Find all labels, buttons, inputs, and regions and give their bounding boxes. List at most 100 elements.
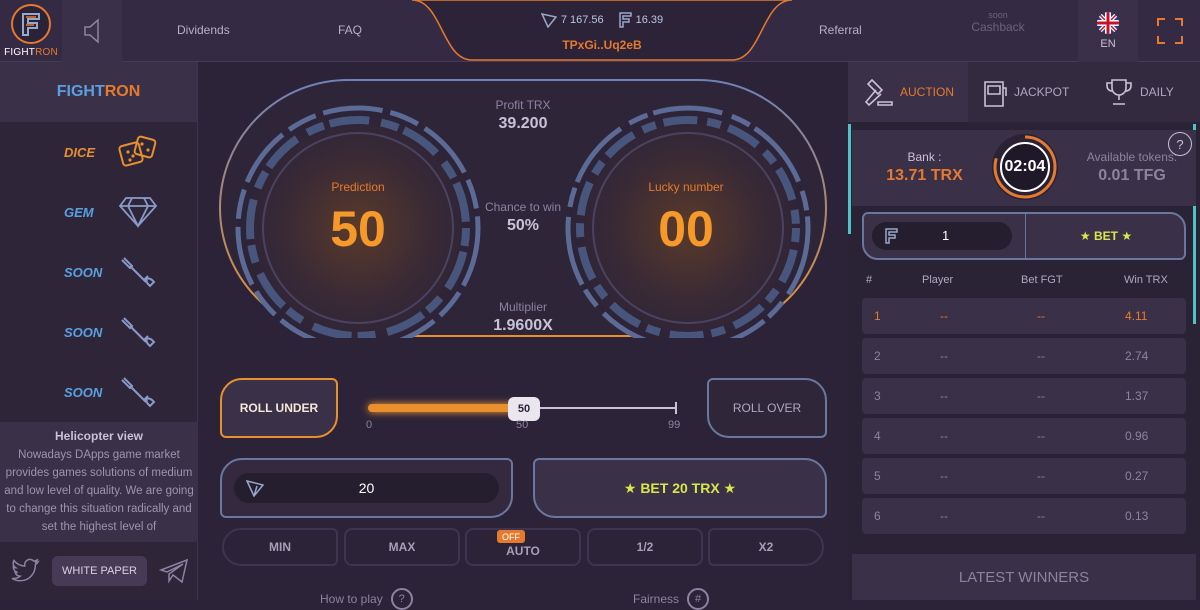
tron-icon (540, 13, 557, 28)
tab-auction[interactable]: AUCTION (848, 62, 968, 122)
table-row: 5 -- -- 0.27 (862, 458, 1186, 494)
wallet-address[interactable]: TPxGi..Uq2eB (412, 38, 792, 52)
speaker-icon (84, 18, 99, 44)
bet-button[interactable]: ★ BET 20 TRX ★ (533, 458, 827, 518)
bet-amount-input[interactable]: 20 (234, 473, 499, 503)
profit-label: Profit TRX (495, 98, 551, 112)
wrench-icon (121, 257, 156, 288)
auto-state-badge: OFF (497, 530, 525, 543)
prediction-slider[interactable]: 50 0 50 99 (366, 397, 681, 437)
gavel-icon (864, 78, 893, 107)
wallet-panel: 7 167.56 16.39 TPxGi..Uq2eB (412, 0, 792, 62)
sidebar-footer: WHITE PAPER (0, 542, 198, 600)
fullscreen-button[interactable] (1140, 0, 1200, 62)
auction-bet-box: 1 ★ BET ★ (862, 212, 1186, 260)
tab-jackpot[interactable]: JACKPOT (982, 62, 1082, 122)
logo[interactable]: FIGHTRON (0, 0, 62, 62)
white-paper-button[interactable]: WHITE PAPER (52, 556, 147, 586)
sidebar-brand: FIGHT RON (0, 62, 197, 122)
trophy-icon (1106, 79, 1132, 105)
uk-flag-icon (1097, 12, 1119, 34)
slot-machine-icon (984, 81, 1007, 107)
col-win: Win TRX (1124, 274, 1168, 286)
logo-text: FIGHTRON (4, 47, 58, 58)
dial-area: Prediction 50 Lucky number 00 Profit TRX… (218, 78, 828, 351)
sidebar-item-dice[interactable]: DICE (0, 122, 197, 182)
sidebar-item-soon-1[interactable]: SOON (0, 242, 197, 302)
chance-value: 50% (506, 217, 540, 234)
roll-under-button[interactable]: ROLL UNDER (220, 378, 338, 438)
table-row: 4 -- -- 0.96 (862, 418, 1186, 454)
nav-referral[interactable]: Referral (819, 23, 862, 37)
help-icon: ? (390, 588, 413, 610)
telegram-icon[interactable] (158, 558, 189, 584)
roll-over-button[interactable]: ROLL OVER (707, 378, 827, 438)
hash-icon: # (687, 588, 710, 610)
slider-fill (368, 404, 518, 412)
sidebar-item-label: SOON (64, 324, 103, 340)
auction-summary: Bank : 13.71 TRX 02:04 Available tokens:… (852, 130, 1196, 206)
auction-tabs: AUCTION JACKPOT DAILY (848, 62, 1200, 122)
sidebar-item-soon-3[interactable]: SOON (0, 362, 197, 422)
available-tokens-stat: Available tokens: 0.01 TFG (1082, 150, 1182, 185)
winners-table-header: # Player Bet FGT Win TRX (862, 274, 1186, 290)
slider-min-label: 0 (366, 419, 373, 431)
fairness-link[interactable]: Fairness # (633, 588, 710, 610)
auction-bet-value: 1 (942, 228, 950, 243)
wrench-icon (121, 377, 156, 408)
prediction-value: 50 (330, 201, 386, 257)
tfg-balance: 16.39 (618, 12, 663, 28)
table-row: 3 -- -- 1.37 (862, 378, 1186, 414)
bet-amount-box: 20 (220, 458, 513, 518)
min-button[interactable]: MIN (222, 528, 338, 566)
language-label: EN (1100, 38, 1116, 50)
profit-stat: Profit TRX 39.200 (473, 98, 573, 133)
fullscreen-icon (1157, 18, 1183, 44)
dice-game: Prediction 50 Lucky number 00 Profit TRX… (200, 62, 845, 610)
top-bar: FIGHTRON Dividends FAQ 7 167.56 16.39 TP… (0, 0, 1200, 62)
sidebar-item-label: GEM (64, 204, 94, 220)
auction-help-icon[interactable]: ? (1168, 132, 1192, 156)
lucky-number-label: Lucky number (648, 180, 724, 194)
fightron-token-icon (618, 12, 632, 28)
max-button[interactable]: MAX (344, 528, 460, 566)
sidebar-item-gem[interactable]: GEM (0, 182, 197, 242)
auction-panel: AUCTION JACKPOT DAILY Bank : 13.71 TRX 0… (848, 62, 1200, 600)
table-row: 1 -- -- 4.11 (862, 298, 1186, 334)
chance-label: Chance to win (484, 200, 562, 214)
diamond-icon (118, 197, 158, 228)
half-button[interactable]: 1/2 (587, 528, 703, 566)
fightron-logo-icon (11, 4, 51, 44)
multiplier-stat: Multiplier 1.9600X (473, 300, 573, 335)
auction-bet-button[interactable]: ★ BET ★ (1026, 214, 1186, 258)
sound-toggle[interactable] (62, 0, 122, 62)
auction-bet-input[interactable]: 1 (872, 222, 1012, 250)
how-to-play-link[interactable]: How to play ? (320, 588, 413, 610)
fightron-token-icon (885, 228, 898, 244)
table-row: 6 -- -- 0.13 (862, 498, 1186, 534)
sidebar-item-label: SOON (64, 264, 103, 280)
col-rank: # (866, 274, 873, 286)
cashback-label: Cashback (971, 20, 1025, 34)
auction-timer: 02:04 (992, 134, 1058, 200)
sidebar-item-soon-2[interactable]: SOON (0, 302, 197, 362)
language-selector[interactable]: EN (1078, 0, 1138, 62)
slider-max-label: 99 (668, 419, 681, 431)
latest-winners-header[interactable]: LATEST WINNERS (852, 554, 1196, 600)
nav-dividends[interactable]: Dividends (177, 23, 230, 37)
bank-label: Bank : (907, 150, 942, 164)
available-label: Available tokens: (1086, 150, 1178, 164)
tab-daily[interactable]: DAILY (1104, 62, 1194, 122)
slider-thumb[interactable]: 50 (508, 397, 540, 421)
slider-track (518, 407, 676, 409)
game-sidebar: FIGHT RON DICE GEM SOON SOON SOON Helico… (0, 62, 198, 600)
trx-balance: 7 167.56 (540, 12, 604, 28)
nav-faq[interactable]: FAQ (338, 23, 362, 37)
profit-value: 39.200 (498, 115, 548, 132)
bank-value: 13.71 TRX (886, 167, 963, 184)
slider-mid-label: 50 (516, 419, 529, 431)
wrench-icon (121, 317, 156, 348)
twitter-icon[interactable] (10, 558, 40, 584)
dice-icon (118, 135, 157, 167)
double-button[interactable]: X2 (708, 528, 824, 566)
